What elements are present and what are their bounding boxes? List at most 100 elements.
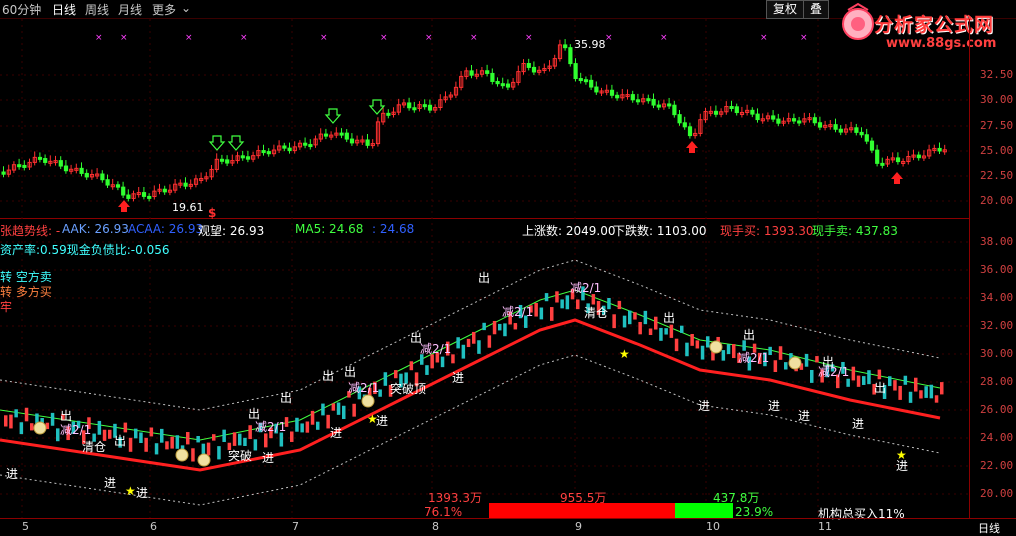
indicator-bar bbox=[466, 338, 471, 348]
buy-amount: 1393.3万 bbox=[428, 491, 482, 505]
price-tick: 32.50 bbox=[980, 68, 1014, 81]
candle-body bbox=[100, 173, 105, 181]
indicator-bar bbox=[674, 338, 679, 352]
indicator-bar bbox=[617, 300, 622, 310]
indicator-bar bbox=[487, 335, 492, 348]
candle-body bbox=[225, 159, 230, 164]
indicator-bar bbox=[633, 312, 637, 320]
indicator-bar bbox=[30, 423, 34, 431]
candle-body bbox=[667, 103, 672, 107]
candle-body bbox=[776, 118, 781, 124]
indicator-bar bbox=[862, 376, 866, 385]
indicator-bar bbox=[893, 380, 897, 391]
indicator-tick: 20.00 bbox=[980, 487, 1014, 500]
indicator-bar bbox=[290, 431, 294, 442]
period-label: 日线 bbox=[978, 522, 1000, 535]
up-arrow-icon bbox=[891, 172, 903, 184]
signal-x-mark: × bbox=[320, 33, 328, 43]
in-signal-label: 进 bbox=[452, 371, 464, 385]
reduce-signal-label: 减2/1 bbox=[818, 365, 849, 379]
candle-body bbox=[183, 182, 188, 187]
indicator-bar bbox=[472, 331, 476, 344]
indicator-bar bbox=[773, 360, 778, 373]
x-tick: 7 bbox=[292, 520, 299, 533]
candle-body bbox=[37, 156, 43, 160]
star-icon: ★ bbox=[619, 347, 630, 361]
price-tick: 25.00 bbox=[980, 144, 1014, 157]
x-tick: 6 bbox=[150, 520, 157, 533]
indicator-bar bbox=[331, 403, 336, 411]
indicator-bar bbox=[648, 328, 653, 335]
candle-body bbox=[750, 109, 755, 115]
money-bag-icon bbox=[788, 356, 802, 370]
watch-value: 观望: 26.93 bbox=[198, 224, 265, 238]
money-bag-icon bbox=[709, 340, 723, 354]
out-signal-label: 出 bbox=[114, 434, 126, 448]
indicator-bar bbox=[695, 340, 700, 349]
indicator-tick: 36.00 bbox=[980, 263, 1014, 276]
candle-body bbox=[589, 79, 594, 88]
price-tick: 30.00 bbox=[980, 93, 1014, 106]
candle-body bbox=[17, 164, 22, 168]
candle-body bbox=[771, 115, 776, 120]
indicator-bar bbox=[690, 333, 694, 346]
candle-body bbox=[427, 104, 433, 111]
indicator-tick: 28.00 bbox=[980, 375, 1014, 388]
signal-x-mark: × bbox=[185, 33, 193, 43]
candle-body bbox=[713, 110, 719, 115]
indicator-bar bbox=[425, 365, 429, 375]
indicator-bar bbox=[160, 428, 164, 443]
candle-body bbox=[791, 118, 797, 122]
reduce-signal-label: 减2/1 bbox=[255, 420, 286, 434]
indicator-bar bbox=[867, 370, 871, 385]
candle-body bbox=[282, 145, 287, 149]
indicator-bar bbox=[24, 407, 29, 422]
candle-body bbox=[162, 188, 167, 193]
indicator-bar bbox=[409, 361, 414, 371]
in-signal-label: 进 bbox=[798, 409, 810, 423]
candle-body bbox=[687, 126, 693, 137]
indicator-bar bbox=[300, 423, 304, 433]
advance-count: 上涨数: 2049.00 bbox=[522, 224, 616, 238]
acaa-value: ACAA: 26.93 bbox=[128, 222, 204, 236]
indicator-bar bbox=[191, 448, 195, 462]
indicator-bar bbox=[721, 350, 726, 361]
indicator-bar bbox=[659, 327, 663, 341]
indicator-bar bbox=[903, 375, 908, 385]
candle-body bbox=[261, 150, 266, 154]
indicator-bar bbox=[279, 432, 284, 447]
signal-x-mark: × bbox=[605, 33, 613, 43]
indicator-bar bbox=[97, 420, 102, 435]
in-signal-label: 进 bbox=[104, 476, 116, 490]
reduce-signal-label: 减2/1 bbox=[570, 281, 601, 295]
candle-body bbox=[635, 99, 641, 103]
candle-body bbox=[308, 144, 313, 148]
candle-body bbox=[245, 156, 251, 160]
candle-body bbox=[563, 44, 568, 49]
indicator-bar bbox=[123, 422, 128, 433]
indicator-bar bbox=[778, 346, 783, 360]
indicator-bar bbox=[934, 395, 939, 403]
signal-x-mark: × bbox=[425, 33, 433, 43]
indicator-bar bbox=[732, 344, 736, 359]
indicator-tick: 34.00 bbox=[980, 291, 1014, 304]
candle-body bbox=[812, 117, 817, 124]
candle-body bbox=[121, 186, 126, 196]
candle-body bbox=[303, 142, 308, 146]
breakout-top-label: 突破顶 bbox=[390, 381, 426, 396]
out-signal-label: 出 bbox=[478, 271, 490, 285]
star-icon: ★ bbox=[367, 412, 378, 426]
indicator-bar bbox=[669, 324, 674, 338]
indicator-bar bbox=[165, 441, 169, 450]
down-arrow-icon bbox=[227, 135, 245, 151]
indicator-bar bbox=[560, 299, 564, 309]
candle-body bbox=[859, 131, 864, 136]
indicator-bar bbox=[50, 412, 55, 426]
indicator-bar bbox=[154, 443, 159, 455]
kline-chart[interactable]: × × × × × × × × × × × × ×出出出出出 出出出出出出出进进进进进进进进 进进进进减2/… bbox=[0, 0, 969, 518]
candle-body bbox=[43, 158, 48, 163]
signal-x-mark: × bbox=[760, 33, 768, 43]
signal-x-mark: × bbox=[240, 33, 248, 43]
indicator-bar bbox=[456, 337, 460, 349]
candle-body bbox=[339, 132, 344, 136]
